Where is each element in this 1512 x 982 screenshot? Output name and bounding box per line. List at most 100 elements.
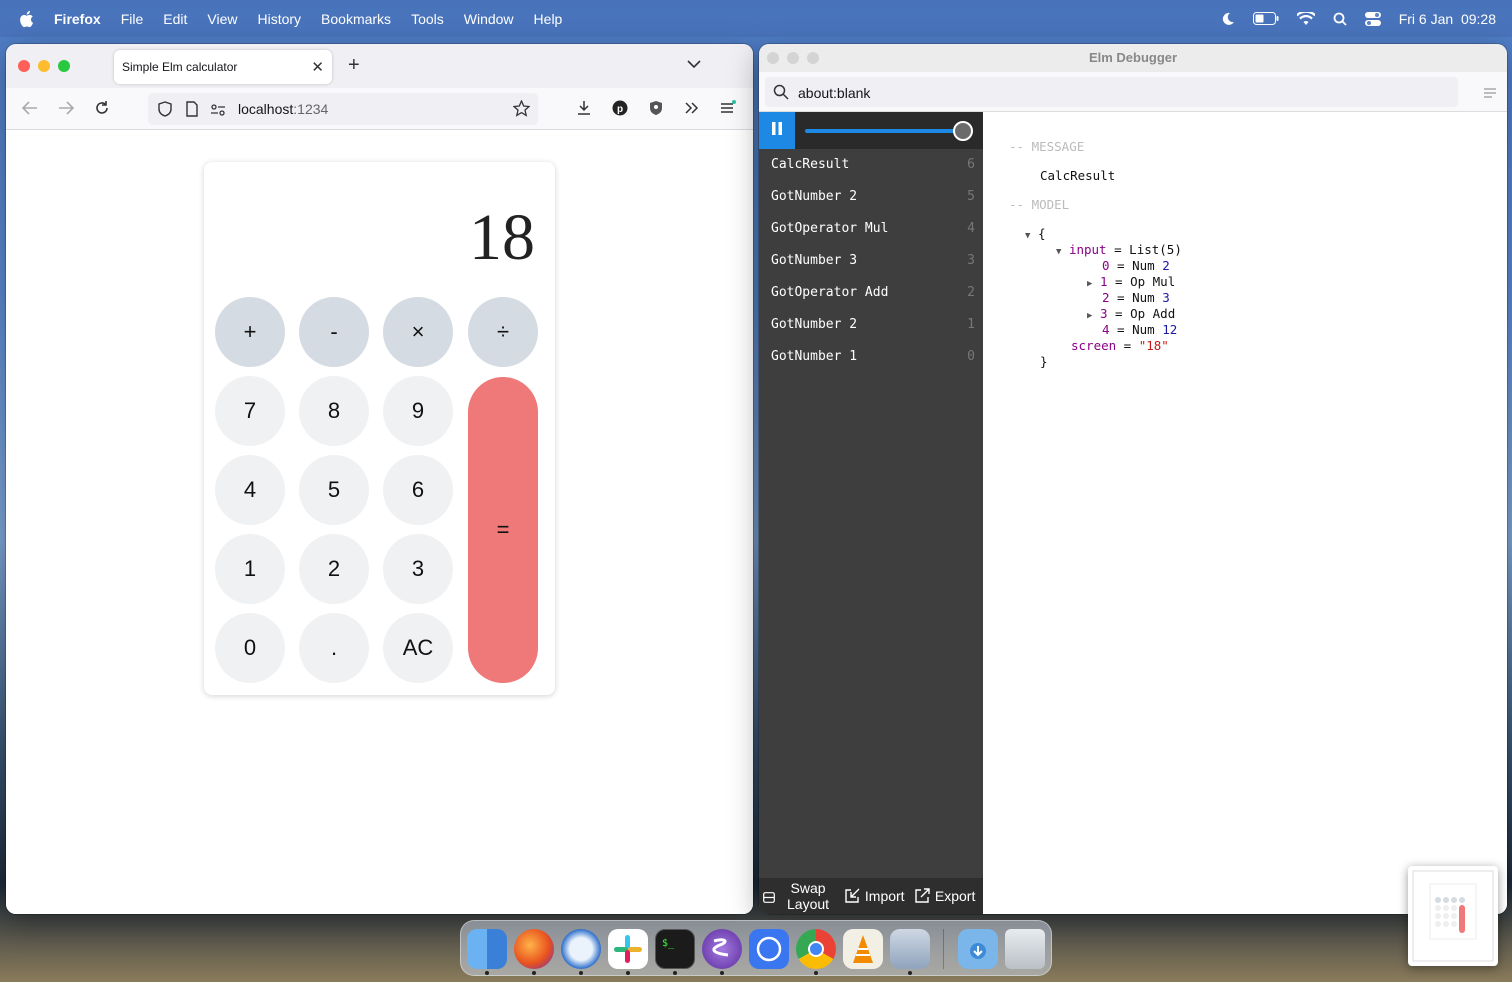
all-clear-button[interactable]: AC: [383, 613, 453, 683]
model-field-input[interactable]: ▼ input = List(5): [1056, 242, 1182, 257]
apple-menu-icon[interactable]: [18, 10, 38, 28]
chrome-icon[interactable]: [796, 929, 836, 969]
digit-2-button[interactable]: 2: [299, 534, 369, 604]
reader-menu-icon[interactable]: [1483, 86, 1497, 104]
permissions-icon[interactable]: [210, 103, 226, 119]
control-center-icon[interactable]: [1364, 11, 1381, 26]
collapsed-triangle-icon[interactable]: ▶: [1087, 311, 1092, 321]
back-arrow-icon[interactable]: [21, 100, 38, 121]
focus-moon-icon[interactable]: [1221, 12, 1235, 26]
menu-tools[interactable]: Tools: [411, 11, 444, 27]
model-root[interactable]: ▼ {: [1025, 226, 1045, 241]
zoom-window-button[interactable]: [58, 60, 70, 72]
menu-window[interactable]: Window: [464, 11, 514, 27]
history-slider-handle[interactable]: [953, 121, 973, 141]
menu-app-name[interactable]: Firefox: [54, 11, 101, 27]
message-row[interactable]: CalcResult 6: [759, 149, 983, 181]
digit-9-button[interactable]: 9: [383, 376, 453, 446]
tracking-shield-icon[interactable]: [158, 101, 172, 120]
menu-bookmarks[interactable]: Bookmarks: [321, 11, 391, 27]
privacy-badger-shield-icon[interactable]: [648, 100, 664, 121]
clock[interactable]: Fri 6 Jan 09:28: [1399, 11, 1496, 27]
close-window-button[interactable]: [18, 60, 30, 72]
add-button[interactable]: +: [215, 297, 285, 367]
import-button[interactable]: Import: [845, 888, 905, 904]
reload-icon[interactable]: [94, 100, 110, 121]
equals-button[interactable]: =: [468, 377, 538, 683]
more-tools-chevrons-icon[interactable]: [684, 100, 700, 121]
list-item[interactable]: ▶ 3 = Op Add: [1087, 306, 1175, 321]
wifi-icon[interactable]: [1296, 12, 1315, 25]
message-index: 3: [967, 253, 975, 268]
minimize-window-button[interactable]: [38, 60, 50, 72]
debugger-url-field[interactable]: about:blank: [765, 77, 1458, 107]
digit-5-button[interactable]: 5: [299, 455, 369, 525]
battery-icon[interactable]: [1252, 12, 1279, 25]
minimize-window-button[interactable]: [787, 52, 799, 64]
new-tab-plus-icon[interactable]: +: [348, 54, 360, 77]
list-item[interactable]: ▶ 1 = Op Mul: [1087, 274, 1175, 289]
swap-layout-icon[interactable]: [763, 890, 775, 906]
digit-7-button[interactable]: 7: [215, 376, 285, 446]
menu-view[interactable]: View: [207, 11, 237, 27]
digit-0-button[interactable]: 0: [215, 613, 285, 683]
message-row[interactable]: GotNumber 2 5: [759, 181, 983, 213]
running-indicator: [626, 971, 630, 975]
page-info-icon[interactable]: [186, 101, 198, 120]
spotlight-search-icon[interactable]: [1333, 12, 1347, 26]
divide-button[interactable]: ÷: [468, 297, 538, 367]
pause-button[interactable]: [759, 112, 795, 149]
digit-1-button[interactable]: 1: [215, 534, 285, 604]
digit-4-button[interactable]: 4: [215, 455, 285, 525]
zoom-window-button[interactable]: [807, 52, 819, 64]
message-row[interactable]: GotNumber 2 1: [759, 309, 983, 341]
menu-help[interactable]: Help: [534, 11, 563, 27]
export-button[interactable]: Export: [915, 888, 975, 904]
trash-icon[interactable]: [1005, 929, 1045, 969]
message-row[interactable]: GotOperator Add 2: [759, 277, 983, 309]
pocket-extension-icon[interactable]: p: [612, 100, 628, 121]
message-row[interactable]: GotNumber 1 0: [759, 341, 983, 373]
elm-debugger-window: Elm Debugger about:blank CalcResult 6 Got…: [759, 44, 1507, 914]
menu-file[interactable]: File: [121, 11, 144, 27]
decimal-button[interactable]: .: [299, 613, 369, 683]
digit-3-button[interactable]: 3: [383, 534, 453, 604]
expanded-triangle-icon[interactable]: ▼: [1056, 247, 1061, 257]
vlc-icon[interactable]: [843, 929, 883, 969]
message-row[interactable]: GotOperator Mul 4: [759, 213, 983, 245]
screenshot-thumbnail[interactable]: [1408, 866, 1498, 966]
finder-icon[interactable]: [467, 929, 507, 969]
close-window-button[interactable]: [767, 52, 779, 64]
emacs-icon[interactable]: [702, 929, 742, 969]
multiply-button[interactable]: ×: [383, 297, 453, 367]
menu-edit[interactable]: Edit: [163, 11, 187, 27]
expanded-triangle-icon[interactable]: ▼: [1025, 231, 1030, 241]
item-eq: =: [1109, 290, 1133, 305]
bookmark-star-icon[interactable]: [512, 99, 531, 120]
terminal-icon[interactable]: $_: [655, 929, 695, 969]
preview-icon[interactable]: [890, 929, 930, 969]
message-row[interactable]: GotNumber 3 3: [759, 245, 983, 277]
subtract-button[interactable]: -: [299, 297, 369, 367]
firefox-icon[interactable]: [514, 929, 554, 969]
signal-icon[interactable]: [749, 929, 789, 969]
slack-icon[interactable]: [608, 929, 648, 969]
downloads-icon[interactable]: [576, 100, 592, 121]
downloads-folder-icon[interactable]: [958, 929, 998, 969]
list-all-tabs-chevron-icon[interactable]: [687, 56, 701, 74]
digit-6-button[interactable]: 6: [383, 455, 453, 525]
menu-history[interactable]: History: [257, 11, 301, 27]
tab-close-icon[interactable]: ✕: [311, 58, 324, 76]
url-bar[interactable]: localhost:1234: [148, 93, 538, 125]
forward-arrow-icon[interactable]: [58, 100, 75, 121]
running-indicator: [814, 971, 818, 975]
history-slider-track[interactable]: [805, 129, 963, 133]
collapsed-triangle-icon[interactable]: ▶: [1087, 279, 1092, 289]
swap-layout-button[interactable]: Swap Layout: [787, 880, 829, 912]
app-menu-hamburger-icon[interactable]: [720, 100, 738, 121]
tab-simple-elm-calculator[interactable]: Simple Elm calculator ✕: [114, 50, 332, 84]
digit-8-button[interactable]: 8: [299, 376, 369, 446]
list-item: 2 = Num 3: [1102, 290, 1170, 305]
running-indicator: [908, 971, 912, 975]
thunderbird-icon[interactable]: [561, 929, 601, 969]
